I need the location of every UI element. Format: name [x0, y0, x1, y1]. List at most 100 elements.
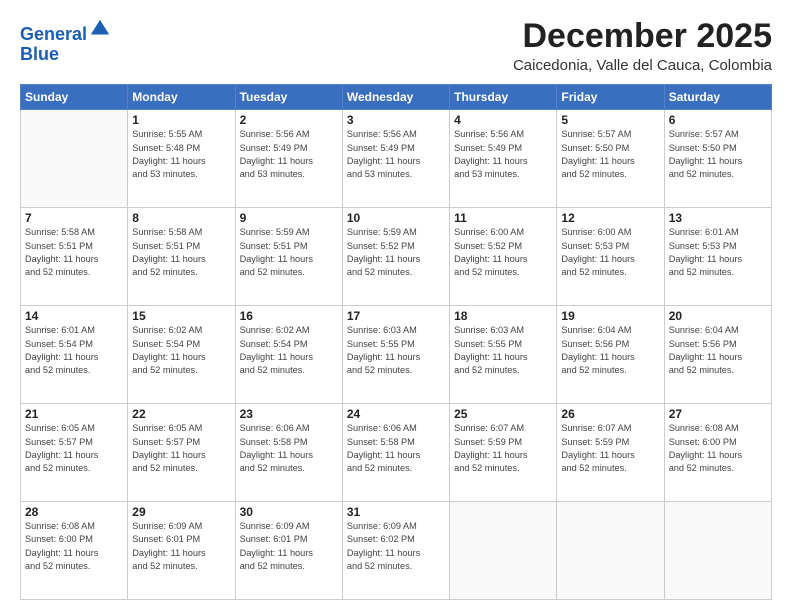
day-info: Sunrise: 5:58 AM Sunset: 5:51 PM Dayligh… [25, 226, 123, 279]
day-number: 21 [25, 407, 123, 421]
day-info: Sunrise: 6:00 AM Sunset: 5:52 PM Dayligh… [454, 226, 552, 279]
day-info: Sunrise: 6:01 AM Sunset: 5:54 PM Dayligh… [25, 324, 123, 377]
calendar-cell: 12Sunrise: 6:00 AM Sunset: 5:53 PM Dayli… [557, 208, 664, 306]
calendar-cell: 21Sunrise: 6:05 AM Sunset: 5:57 PM Dayli… [21, 404, 128, 502]
calendar-cell: 13Sunrise: 6:01 AM Sunset: 5:53 PM Dayli… [664, 208, 771, 306]
calendar-cell: 6Sunrise: 5:57 AM Sunset: 5:50 PM Daylig… [664, 110, 771, 208]
page: General Blue December 2025 Caicedonia, V… [0, 0, 792, 612]
day-info: Sunrise: 5:59 AM Sunset: 5:51 PM Dayligh… [240, 226, 338, 279]
day-info: Sunrise: 5:56 AM Sunset: 5:49 PM Dayligh… [240, 128, 338, 181]
day-info: Sunrise: 6:02 AM Sunset: 5:54 PM Dayligh… [132, 324, 230, 377]
day-info: Sunrise: 6:05 AM Sunset: 5:57 PM Dayligh… [132, 422, 230, 475]
calendar-cell: 27Sunrise: 6:08 AM Sunset: 6:00 PM Dayli… [664, 404, 771, 502]
calendar-cell: 25Sunrise: 6:07 AM Sunset: 5:59 PM Dayli… [450, 404, 557, 502]
calendar-week-1: 1Sunrise: 5:55 AM Sunset: 5:48 PM Daylig… [21, 110, 772, 208]
day-number: 13 [669, 211, 767, 225]
day-number: 24 [347, 407, 445, 421]
logo-icon [89, 18, 111, 40]
calendar-cell: 17Sunrise: 6:03 AM Sunset: 5:55 PM Dayli… [342, 306, 449, 404]
location: Caicedonia, Valle del Cauca, Colombia [513, 57, 772, 74]
month-title: December 2025 [513, 18, 772, 55]
logo-blue: Blue [20, 44, 59, 64]
calendar-week-4: 21Sunrise: 6:05 AM Sunset: 5:57 PM Dayli… [21, 404, 772, 502]
calendar-cell: 5Sunrise: 5:57 AM Sunset: 5:50 PM Daylig… [557, 110, 664, 208]
day-info: Sunrise: 6:09 AM Sunset: 6:02 PM Dayligh… [347, 520, 445, 573]
calendar-cell: 22Sunrise: 6:05 AM Sunset: 5:57 PM Dayli… [128, 404, 235, 502]
day-info: Sunrise: 6:02 AM Sunset: 5:54 PM Dayligh… [240, 324, 338, 377]
day-number: 7 [25, 211, 123, 225]
day-number: 27 [669, 407, 767, 421]
calendar-cell: 7Sunrise: 5:58 AM Sunset: 5:51 PM Daylig… [21, 208, 128, 306]
day-number: 18 [454, 309, 552, 323]
day-number: 8 [132, 211, 230, 225]
calendar-cell [450, 502, 557, 600]
calendar-cell: 18Sunrise: 6:03 AM Sunset: 5:55 PM Dayli… [450, 306, 557, 404]
day-number: 30 [240, 505, 338, 519]
calendar-cell: 26Sunrise: 6:07 AM Sunset: 5:59 PM Dayli… [557, 404, 664, 502]
calendar-cell: 3Sunrise: 5:56 AM Sunset: 5:49 PM Daylig… [342, 110, 449, 208]
day-info: Sunrise: 6:08 AM Sunset: 6:00 PM Dayligh… [669, 422, 767, 475]
calendar-cell: 19Sunrise: 6:04 AM Sunset: 5:56 PM Dayli… [557, 306, 664, 404]
day-info: Sunrise: 6:08 AM Sunset: 6:00 PM Dayligh… [25, 520, 123, 573]
day-number: 3 [347, 113, 445, 127]
day-number: 4 [454, 113, 552, 127]
title-block: December 2025 Caicedonia, Valle del Cauc… [513, 18, 772, 74]
day-number: 25 [454, 407, 552, 421]
day-number: 6 [669, 113, 767, 127]
day-number: 29 [132, 505, 230, 519]
day-number: 22 [132, 407, 230, 421]
day-info: Sunrise: 6:07 AM Sunset: 5:59 PM Dayligh… [561, 422, 659, 475]
day-info: Sunrise: 6:03 AM Sunset: 5:55 PM Dayligh… [347, 324, 445, 377]
calendar-cell: 29Sunrise: 6:09 AM Sunset: 6:01 PM Dayli… [128, 502, 235, 600]
day-number: 5 [561, 113, 659, 127]
day-number: 28 [25, 505, 123, 519]
calendar-cell: 10Sunrise: 5:59 AM Sunset: 5:52 PM Dayli… [342, 208, 449, 306]
weekday-header-monday: Monday [128, 85, 235, 110]
calendar-cell: 31Sunrise: 6:09 AM Sunset: 6:02 PM Dayli… [342, 502, 449, 600]
day-info: Sunrise: 6:07 AM Sunset: 5:59 PM Dayligh… [454, 422, 552, 475]
calendar-cell: 1Sunrise: 5:55 AM Sunset: 5:48 PM Daylig… [128, 110, 235, 208]
calendar-cell: 8Sunrise: 5:58 AM Sunset: 5:51 PM Daylig… [128, 208, 235, 306]
weekday-header-friday: Friday [557, 85, 664, 110]
weekday-header-thursday: Thursday [450, 85, 557, 110]
day-number: 16 [240, 309, 338, 323]
calendar-header-row: SundayMondayTuesdayWednesdayThursdayFrid… [21, 85, 772, 110]
calendar-cell: 11Sunrise: 6:00 AM Sunset: 5:52 PM Dayli… [450, 208, 557, 306]
calendar-cell: 2Sunrise: 5:56 AM Sunset: 5:49 PM Daylig… [235, 110, 342, 208]
calendar-week-5: 28Sunrise: 6:08 AM Sunset: 6:00 PM Dayli… [21, 502, 772, 600]
calendar-cell [557, 502, 664, 600]
day-info: Sunrise: 5:56 AM Sunset: 5:49 PM Dayligh… [347, 128, 445, 181]
calendar-cell: 15Sunrise: 6:02 AM Sunset: 5:54 PM Dayli… [128, 306, 235, 404]
day-number: 23 [240, 407, 338, 421]
day-info: Sunrise: 6:04 AM Sunset: 5:56 PM Dayligh… [561, 324, 659, 377]
day-info: Sunrise: 6:01 AM Sunset: 5:53 PM Dayligh… [669, 226, 767, 279]
weekday-header-tuesday: Tuesday [235, 85, 342, 110]
calendar-cell [21, 110, 128, 208]
day-number: 9 [240, 211, 338, 225]
weekday-header-saturday: Saturday [664, 85, 771, 110]
day-number: 11 [454, 211, 552, 225]
day-info: Sunrise: 5:57 AM Sunset: 5:50 PM Dayligh… [669, 128, 767, 181]
day-info: Sunrise: 6:05 AM Sunset: 5:57 PM Dayligh… [25, 422, 123, 475]
day-number: 12 [561, 211, 659, 225]
day-info: Sunrise: 6:00 AM Sunset: 5:53 PM Dayligh… [561, 226, 659, 279]
weekday-header-sunday: Sunday [21, 85, 128, 110]
day-number: 10 [347, 211, 445, 225]
day-info: Sunrise: 6:06 AM Sunset: 5:58 PM Dayligh… [347, 422, 445, 475]
day-number: 20 [669, 309, 767, 323]
day-number: 2 [240, 113, 338, 127]
calendar-week-3: 14Sunrise: 6:01 AM Sunset: 5:54 PM Dayli… [21, 306, 772, 404]
logo-general: General [20, 24, 87, 44]
calendar-cell: 30Sunrise: 6:09 AM Sunset: 6:01 PM Dayli… [235, 502, 342, 600]
day-number: 26 [561, 407, 659, 421]
day-number: 19 [561, 309, 659, 323]
day-info: Sunrise: 5:59 AM Sunset: 5:52 PM Dayligh… [347, 226, 445, 279]
calendar-cell: 24Sunrise: 6:06 AM Sunset: 5:58 PM Dayli… [342, 404, 449, 502]
day-info: Sunrise: 6:09 AM Sunset: 6:01 PM Dayligh… [132, 520, 230, 573]
header: General Blue December 2025 Caicedonia, V… [20, 18, 772, 74]
day-info: Sunrise: 6:03 AM Sunset: 5:55 PM Dayligh… [454, 324, 552, 377]
day-info: Sunrise: 5:57 AM Sunset: 5:50 PM Dayligh… [561, 128, 659, 181]
day-info: Sunrise: 6:06 AM Sunset: 5:58 PM Dayligh… [240, 422, 338, 475]
day-number: 14 [25, 309, 123, 323]
calendar-cell: 23Sunrise: 6:06 AM Sunset: 5:58 PM Dayli… [235, 404, 342, 502]
